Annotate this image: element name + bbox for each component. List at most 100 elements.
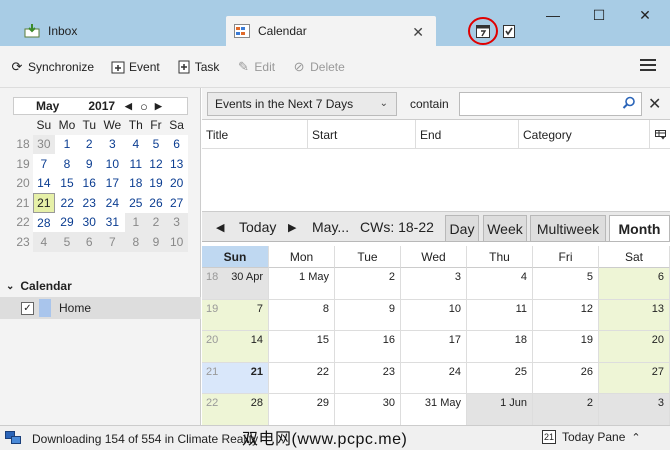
mini-day[interactable]: 4 xyxy=(33,232,55,252)
day-cell[interactable]: 2 xyxy=(533,394,599,426)
event-filter-dropdown[interactable]: Events in the Next 7 Days ⌄ xyxy=(207,92,397,116)
search-icon[interactable] xyxy=(622,96,636,110)
mini-day[interactable]: 3 xyxy=(99,134,126,154)
mini-day[interactable]: 15 xyxy=(54,173,80,193)
maximize-button[interactable]: ☐ xyxy=(576,4,622,26)
mini-month-name[interactable]: May xyxy=(36,99,59,113)
day-cell[interactable]: 8 xyxy=(269,299,335,332)
mini-day[interactable]: 7 xyxy=(33,154,55,174)
task-mode-icon[interactable] xyxy=(502,24,516,38)
day-cell[interactable]: 23 xyxy=(335,362,401,395)
mini-day[interactable]: 1 xyxy=(125,212,147,232)
mini-day[interactable]: 2 xyxy=(146,212,166,232)
day-cell[interactable]: 17 xyxy=(401,331,467,363)
mini-day[interactable]: 24 xyxy=(99,193,126,213)
edit-button[interactable]: ✎ Edit xyxy=(236,59,275,74)
mini-day[interactable]: 6 xyxy=(165,134,188,154)
day-cell[interactable]: 11 xyxy=(467,299,533,332)
tab-calendar[interactable]: Calendar ✕ xyxy=(226,16,436,46)
calendar-item-home[interactable]: ✓ Home xyxy=(0,297,201,319)
mini-day[interactable]: 29 xyxy=(54,212,80,232)
minimize-button[interactable]: — xyxy=(530,4,576,26)
day-cell[interactable]: 5 xyxy=(533,268,599,300)
today-circle-icon[interactable]: ○ xyxy=(140,99,148,114)
column-category[interactable]: Category xyxy=(519,120,650,149)
day-cell[interactable]: 6 xyxy=(599,268,670,300)
day-cell[interactable]: 20 xyxy=(599,331,670,363)
new-task-button[interactable]: Task xyxy=(177,60,219,74)
prev-month-icon[interactable]: ◀ xyxy=(125,101,132,112)
view-tab-week[interactable]: Week xyxy=(483,215,527,242)
mini-day[interactable]: 31 xyxy=(99,212,126,232)
mini-day[interactable]: 10 xyxy=(99,154,126,174)
day-cell[interactable]: 22 xyxy=(269,362,335,395)
mini-day[interactable]: 1 xyxy=(54,134,80,154)
column-end[interactable]: End xyxy=(416,120,519,149)
next-month-icon[interactable]: ▶ xyxy=(155,101,162,112)
day-cell[interactable]: 19 xyxy=(533,331,599,363)
search-input[interactable] xyxy=(459,92,642,116)
mini-day[interactable]: 14 xyxy=(33,173,55,193)
day-cell[interactable]: 27 xyxy=(599,362,670,395)
tab-inbox[interactable]: Inbox xyxy=(0,16,222,46)
day-cell[interactable]: 22 28 xyxy=(202,394,269,426)
mini-day[interactable]: 20 xyxy=(165,173,188,193)
day-cell[interactable]: 18 30 Apr xyxy=(202,268,269,300)
day-cell[interactable]: 9 xyxy=(335,299,401,332)
mini-day[interactable]: 23 xyxy=(79,193,100,213)
day-cell[interactable]: 30 xyxy=(335,394,401,426)
calendar-home-checkbox[interactable]: ✓ xyxy=(21,301,34,315)
day-cell[interactable]: 1 May xyxy=(269,268,335,300)
mini-day[interactable]: 27 xyxy=(165,193,188,213)
previous-icon[interactable]: ◀ xyxy=(216,221,224,234)
mini-day[interactable]: 2 xyxy=(79,134,100,154)
mini-day[interactable]: 16 xyxy=(79,173,100,193)
mini-day[interactable]: 5 xyxy=(54,232,80,252)
day-cell[interactable]: 15 xyxy=(269,331,335,363)
column-title[interactable]: Title xyxy=(202,120,308,149)
day-cell[interactable]: 10 xyxy=(401,299,467,332)
column-picker-icon[interactable] xyxy=(650,120,670,149)
day-cell[interactable]: 19 7 xyxy=(202,299,269,332)
mini-day[interactable]: 22 xyxy=(54,193,80,213)
mini-day[interactable]: 8 xyxy=(125,232,147,252)
mini-day[interactable]: 12 xyxy=(146,154,166,174)
day-cell[interactable]: 24 xyxy=(401,362,467,395)
hamburger-menu-icon[interactable] xyxy=(640,59,656,73)
view-tab-multiweek[interactable]: Multiweek xyxy=(530,215,606,242)
day-cell[interactable]: 18 xyxy=(467,331,533,363)
day-cell[interactable]: 4 xyxy=(467,268,533,300)
mini-day[interactable]: 5 xyxy=(146,134,166,154)
day-cell[interactable]: 13 xyxy=(599,299,670,332)
view-tab-day[interactable]: Day xyxy=(445,215,479,242)
column-start[interactable]: Start xyxy=(308,120,416,149)
close-icon[interactable]: ✕ xyxy=(648,94,661,114)
day-cell[interactable]: 25 xyxy=(467,362,533,395)
mini-day[interactable]: 13 xyxy=(165,154,188,174)
day-cell[interactable]: 16 xyxy=(335,331,401,363)
day-cell[interactable]: 3 xyxy=(401,268,467,300)
synchronize-button[interactable]: ⟳ Synchronize xyxy=(10,59,95,74)
mini-day[interactable]: 28 xyxy=(33,212,55,232)
mini-day[interactable]: 9 xyxy=(146,232,166,252)
new-event-button[interactable]: Event xyxy=(111,60,160,74)
mini-day[interactable]: 6 xyxy=(79,232,100,252)
mini-day[interactable]: 7 xyxy=(99,232,126,252)
mini-day[interactable]: 3 xyxy=(165,212,188,232)
day-cell[interactable]: 26 xyxy=(533,362,599,395)
day-cell[interactable]: 29 xyxy=(269,394,335,426)
mini-day[interactable]: 10 xyxy=(165,232,188,252)
calendar-mode-icon[interactable] xyxy=(476,24,490,38)
mini-day[interactable]: 25 xyxy=(125,193,147,213)
mini-day[interactable]: 17 xyxy=(99,173,126,193)
close-window-button[interactable]: ✕ xyxy=(622,4,668,26)
today-pane-toggle[interactable]: 21 Today Pane ⌃ xyxy=(542,430,641,444)
mini-day[interactable]: 4 xyxy=(125,134,147,154)
calendar-list-header[interactable]: ⌄ Calendar xyxy=(0,275,201,297)
today-button[interactable]: Today xyxy=(239,219,276,235)
mini-day[interactable]: 26 xyxy=(146,193,166,213)
mini-day[interactable]: 8 xyxy=(54,154,80,174)
mini-day[interactable]: 9 xyxy=(79,154,100,174)
view-tab-month[interactable]: Month xyxy=(609,215,670,242)
day-cell[interactable]: 3 xyxy=(599,394,670,426)
